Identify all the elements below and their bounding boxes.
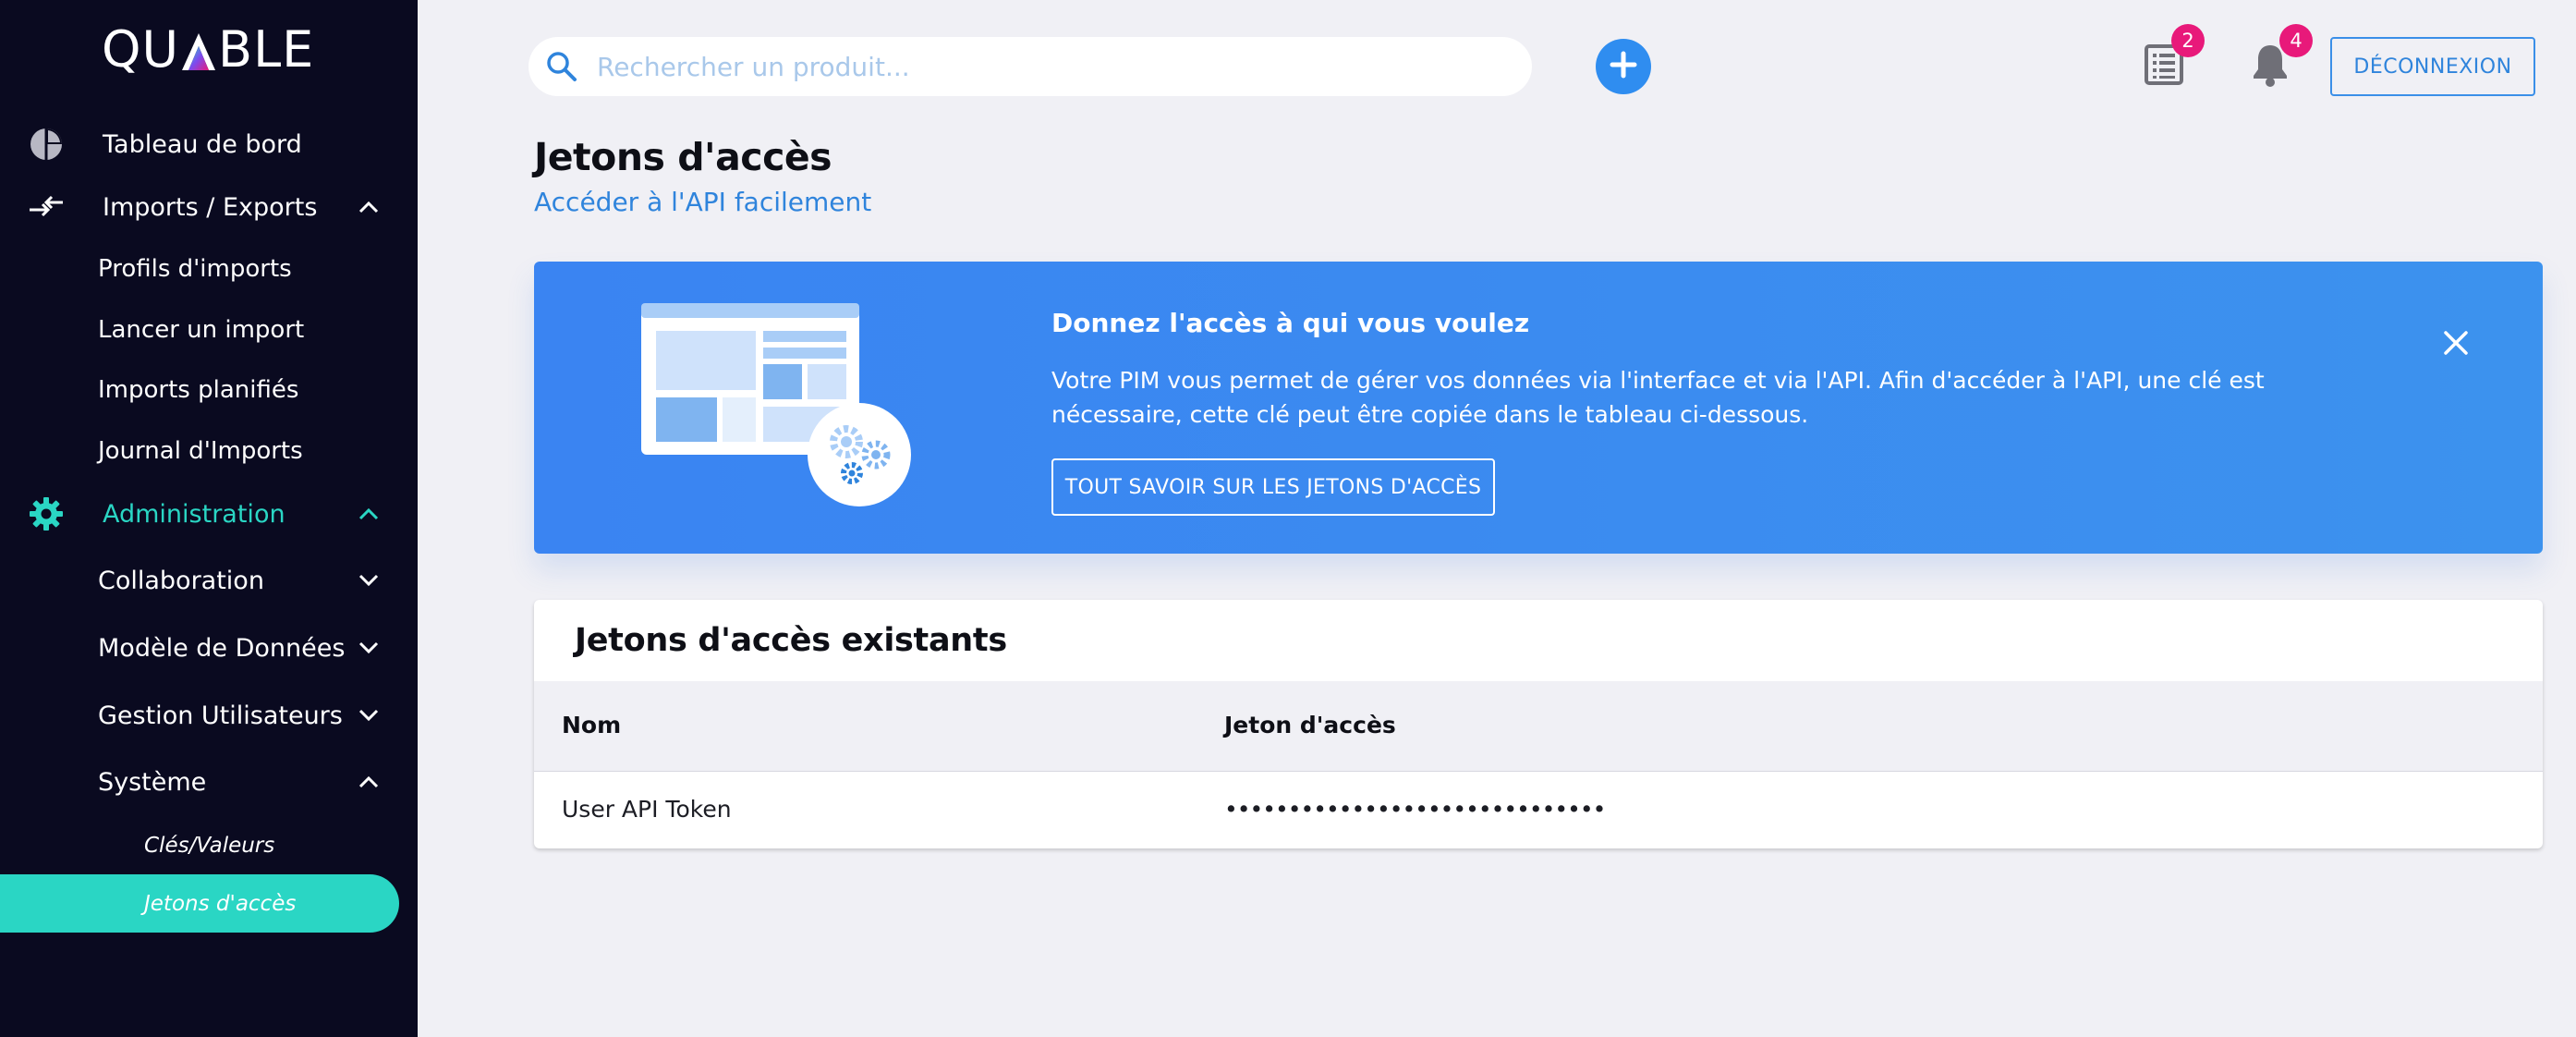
sidebar-item-label: Administration	[103, 499, 286, 529]
sidebar-item-imports-exports[interactable]: Imports / Exports	[0, 187, 418, 227]
sidebar-item-data-model[interactable]: Modèle de Données	[0, 628, 418, 668]
chevron-down-icon[interactable]	[355, 634, 383, 662]
quable-logo[interactable]: QU BLE	[102, 20, 314, 79]
sidebar-subitem-import-log[interactable]: Journal d'Imports	[98, 437, 303, 465]
column-header-token[interactable]: Jeton d'accès	[1224, 712, 1396, 738]
search-input[interactable]	[597, 44, 1502, 89]
page-subtitle-link[interactable]: Accéder à l'API facilement	[534, 187, 871, 217]
plus-icon	[1609, 50, 1638, 83]
table-row[interactable]: User API Token •••••••••••••••••••••••••…	[534, 773, 2543, 848]
sidebar-item-label: Tableau de bord	[103, 129, 302, 159]
sidebar-item-administration[interactable]: Administration	[0, 494, 418, 534]
arrows-icon	[28, 189, 65, 226]
table-header: Nom Jeton d'accès	[534, 681, 2543, 772]
sidebar-item-label: Imports / Exports	[103, 192, 318, 222]
sidebar-item-label: Système	[98, 767, 207, 797]
gear-icon	[28, 495, 65, 532]
sidebar-subitem-scheduled-imports[interactable]: Imports planifiés	[98, 376, 298, 404]
sidebar-subitem-access-tokens[interactable]: Jetons d'accès	[144, 892, 296, 916]
chevron-up-icon[interactable]	[355, 193, 383, 221]
sidebar-item-label: Gestion Utilisateurs	[98, 701, 343, 730]
sidebar-subitem-run-import[interactable]: Lancer un import	[98, 316, 304, 344]
banner-title: Donnez l'accès à qui vous voulez	[1051, 308, 1530, 338]
add-button[interactable]	[1596, 39, 1651, 94]
sidebar-item-label: Collaboration	[98, 566, 264, 595]
tokens-card-title: Jetons d'accès existants	[575, 622, 1007, 659]
logout-button[interactable]: DÉCONNEXION	[2330, 37, 2535, 96]
close-banner-button[interactable]	[2437, 326, 2474, 363]
logo-text-left: QU	[102, 20, 180, 79]
chevron-up-icon[interactable]	[355, 500, 383, 528]
sidebar-item-user-management[interactable]: Gestion Utilisateurs	[0, 695, 418, 736]
pie-chart-icon	[28, 126, 65, 163]
chevron-down-icon[interactable]	[355, 567, 383, 594]
sidebar-item-label: Modèle de Données	[98, 633, 346, 663]
sidebar-item-dashboard[interactable]: Tableau de bord	[0, 124, 418, 165]
column-header-name[interactable]: Nom	[562, 712, 621, 738]
search-bar	[529, 37, 1532, 96]
dashboard-gears-illustration	[641, 303, 918, 516]
tokens-card: Jetons d'accès existants Nom Jeton d'acc…	[534, 600, 2543, 848]
sidebar: QU BLE Tableau de bord Imports / Exports…	[0, 0, 418, 1037]
sidebar-item-system[interactable]: Système	[0, 762, 418, 802]
page-title: Jetons d'accès	[534, 135, 832, 179]
logo-a-mark	[180, 30, 217, 70]
sidebar-subitem-import-profiles[interactable]: Profils d'imports	[98, 255, 292, 283]
notifications-badge: 4	[2279, 24, 2313, 57]
chevron-up-icon[interactable]	[355, 768, 383, 796]
logo-text-right: BLE	[218, 20, 315, 79]
token-value-cell[interactable]: ••••••••••••••••••••••••••••••	[1224, 796, 1606, 823]
tasks-badge: 2	[2171, 24, 2205, 57]
close-icon	[2444, 331, 2468, 359]
learn-about-tokens-button[interactable]: TOUT SAVOIR SUR LES JETONS D'ACCÈS	[1051, 458, 1495, 516]
banner-text: Votre PIM vous permet de gérer vos donné…	[1051, 367, 2265, 428]
token-name-cell: User API Token	[562, 796, 732, 823]
sidebar-item-collaboration[interactable]: Collaboration	[0, 560, 418, 601]
chevron-down-icon[interactable]	[355, 702, 383, 729]
info-banner: Donnez l'accès à qui vous voulez Votre P…	[534, 262, 2543, 554]
search-icon	[545, 50, 578, 83]
sidebar-subitem-key-values[interactable]: Clés/Valeurs	[144, 834, 274, 858]
